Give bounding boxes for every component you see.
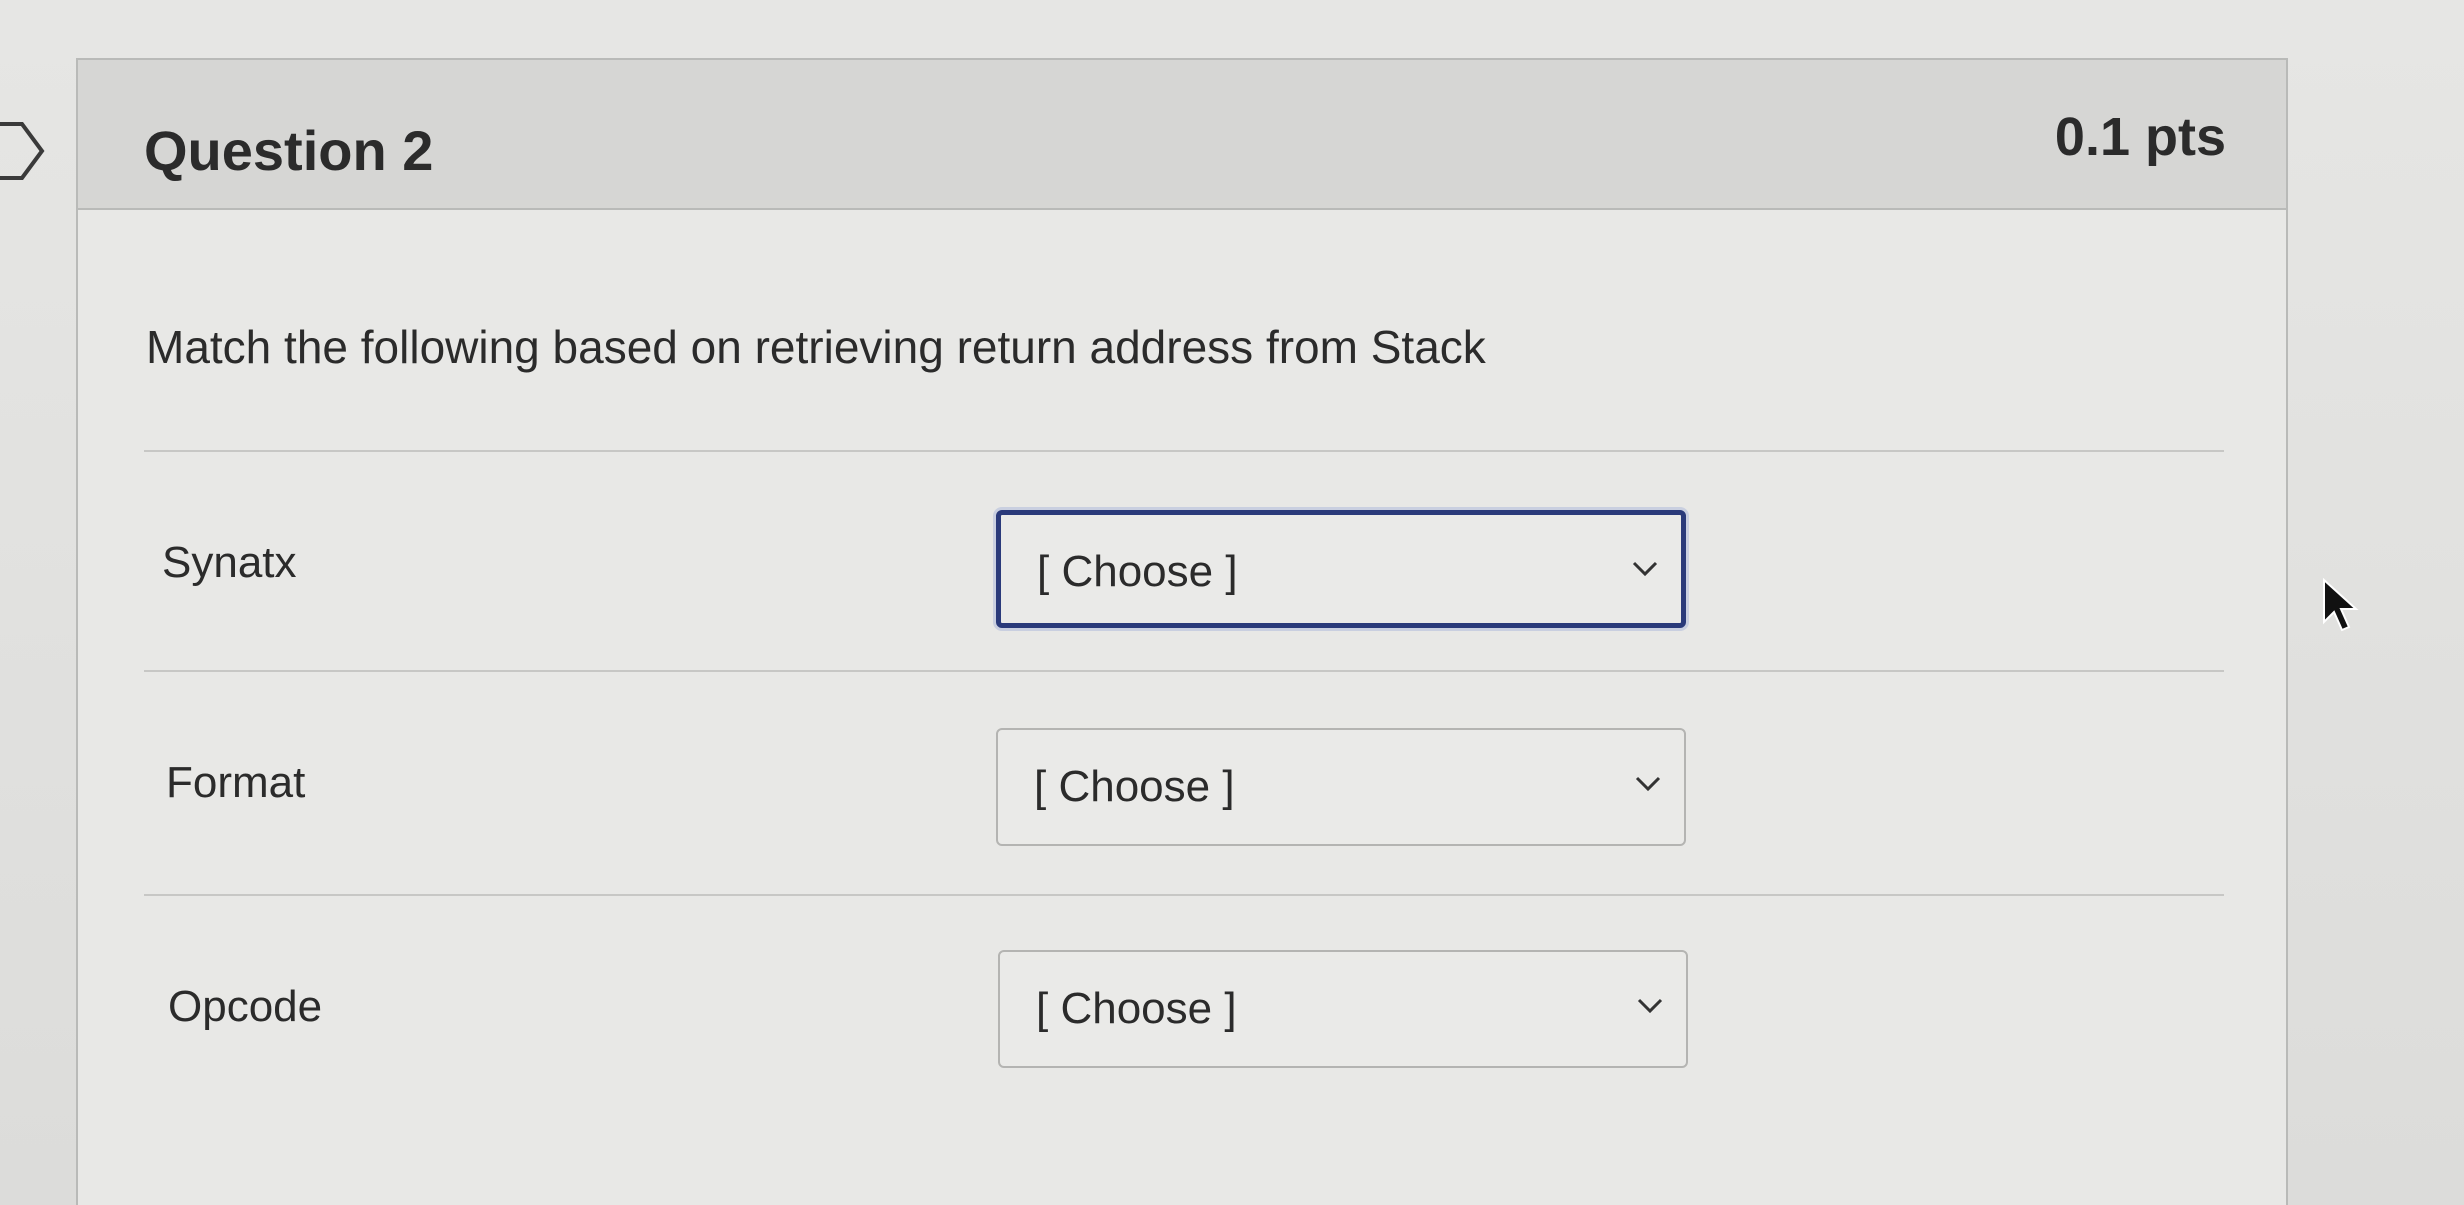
question-points: 0.1 pts	[2054, 107, 2226, 167]
match-label-opcode: Opcode	[168, 982, 323, 1031]
divider	[144, 894, 2224, 896]
divider	[144, 670, 2224, 672]
mouse-pointer-icon	[2323, 578, 2359, 632]
question-header: Question 2 0.1 pts	[78, 60, 2286, 210]
flag-outline-icon[interactable]	[0, 118, 50, 184]
question-card: Question 2 0.1 pts Match the following b…	[76, 58, 2288, 1205]
chevron-down-icon	[1637, 998, 1663, 1014]
question-prompt: Match the following based on retrieving …	[146, 321, 1486, 373]
select-opcode[interactable]: [ Choose ]	[998, 950, 1688, 1068]
chevron-down-icon	[1635, 776, 1661, 792]
match-label-format: Format	[166, 758, 306, 807]
select-value: [ Choose ]	[1034, 762, 1235, 811]
select-value: [ Choose ]	[1036, 984, 1237, 1033]
select-value: [ Choose ]	[1037, 547, 1238, 596]
chevron-down-icon	[1632, 561, 1658, 577]
match-label-synatx: Synatx	[162, 538, 297, 587]
divider	[144, 450, 2224, 452]
question-title: Question 2	[144, 119, 434, 182]
select-synatx[interactable]: [ Choose ]	[996, 510, 1686, 628]
select-format[interactable]: [ Choose ]	[996, 728, 1686, 846]
quiz-page: Question 2 0.1 pts Match the following b…	[0, 0, 2464, 1205]
